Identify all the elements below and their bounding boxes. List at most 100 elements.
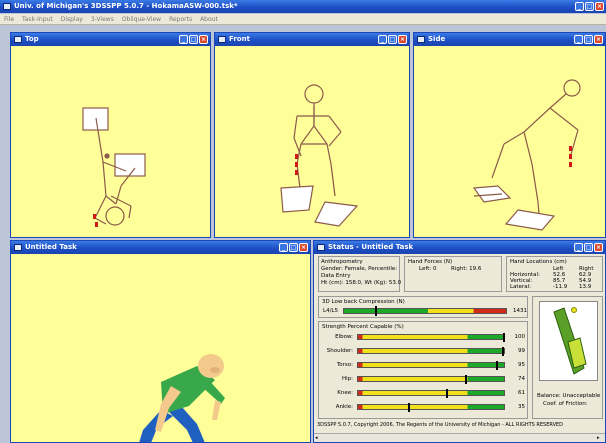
- window-icon: [14, 36, 22, 43]
- hand-locations-box: Hand Locations (cm) Left Right Horizonta…: [506, 256, 603, 292]
- menu-oblique-view[interactable]: Oblique-View: [122, 16, 161, 23]
- balance-box: Balance: Unacceptable Coef. of Friction:: [532, 296, 603, 419]
- strength-bar: [357, 362, 505, 368]
- strength-row-label: Ankle:: [335, 404, 353, 410]
- strength-bar: [357, 348, 505, 354]
- menu-file[interactable]: File: [4, 16, 14, 23]
- app-icon: [3, 3, 11, 10]
- app-title-bar: Univ. of Michigan's 3DSSPP 5.0.7 - Hokam…: [0, 0, 606, 13]
- strength-bar: [357, 334, 505, 340]
- anthro-title: Anthropometry: [321, 259, 363, 265]
- window-icon: [218, 36, 226, 43]
- minimize-button[interactable]: _: [279, 243, 288, 252]
- oblique-view-pane[interactable]: Untitled Task _ □ ×: [10, 240, 311, 443]
- minimize-button[interactable]: _: [179, 35, 188, 44]
- close-button[interactable]: ×: [299, 243, 308, 252]
- strength-row-value: 100: [514, 334, 526, 340]
- maximize-button[interactable]: □: [388, 35, 397, 44]
- strength-row-value: 61: [518, 390, 525, 396]
- anthro-height-weight: Ht (cm): 158.0, Wt (Kg): 53.0: [321, 280, 402, 286]
- compression-marker: [375, 306, 377, 316]
- menu-about[interactable]: About: [200, 16, 218, 23]
- scroll-right-arrow[interactable]: ▸: [597, 435, 604, 441]
- side-view-title-bar: Side _ □ ×: [414, 33, 605, 46]
- strength-row-value: 74: [518, 376, 525, 382]
- strength-title: Strength Percent Capable (%): [322, 324, 404, 330]
- strength-row-value: 99: [518, 348, 525, 354]
- close-button[interactable]: ×: [594, 243, 603, 252]
- strength-row-label: Hip:: [341, 376, 353, 382]
- friction-label: Coef. of Friction:: [543, 401, 588, 407]
- maximize-button[interactable]: □: [584, 35, 593, 44]
- menu-display[interactable]: Display: [61, 16, 83, 23]
- strength-row-label: Torso:: [336, 362, 353, 368]
- top-view-title-bar: Top _ □ ×: [11, 33, 210, 46]
- close-button[interactable]: ×: [594, 35, 603, 44]
- hand-loc-row-left: -11.9: [553, 284, 568, 290]
- strength-row-label: Knee:: [337, 390, 353, 396]
- status-title: Status - Untitled Task: [328, 243, 414, 251]
- menu-task-input[interactable]: Task-Input: [22, 16, 53, 23]
- strength-marker: [465, 375, 467, 384]
- close-button[interactable]: ×: [595, 2, 604, 11]
- window-icon: [417, 36, 425, 43]
- maximize-button[interactable]: □: [189, 35, 198, 44]
- close-button[interactable]: ×: [199, 35, 208, 44]
- app-title: Univ. of Michigan's 3DSSPP 5.0.7 - Hokam…: [14, 2, 238, 10]
- oblique-3d-figure: [139, 354, 225, 442]
- maximize-button[interactable]: □: [584, 243, 593, 252]
- side-view-pane[interactable]: Side _ □ ×: [413, 32, 606, 238]
- hand-force-right: Right: 19.6: [451, 266, 482, 272]
- hand-locations-title: Hand Locations (cm): [510, 259, 567, 265]
- anthro-data-entry: Data Entry: [321, 273, 351, 279]
- close-button[interactable]: ×: [398, 35, 407, 44]
- window-icon: [317, 244, 325, 251]
- top-view-title: Top: [25, 35, 39, 43]
- strength-marker: [446, 389, 448, 398]
- minimize-button[interactable]: _: [575, 2, 584, 11]
- strength-bar: [357, 376, 505, 382]
- front-view-figure: [280, 84, 359, 227]
- window-icon: [14, 244, 22, 251]
- minimize-button[interactable]: _: [378, 35, 387, 44]
- top-view-figure: [82, 107, 146, 227]
- menu-3-views[interactable]: 3-Views: [91, 16, 114, 23]
- strength-bar: [357, 404, 505, 410]
- hand-forces-box: Hand Forces (N) Left: 0 Right: 19.6: [404, 256, 502, 292]
- compression-value: 1431: [513, 308, 527, 314]
- menu-bar: File Task-Input Display 3-Views Oblique-…: [0, 14, 606, 25]
- minimize-button[interactable]: _: [574, 243, 583, 252]
- hand-force-left: Left: 0: [419, 266, 437, 272]
- side-view-title: Side: [428, 35, 446, 43]
- top-view-pane[interactable]: Top _ □ ×: [10, 32, 211, 238]
- compression-bar: [343, 308, 507, 314]
- compression-box: 3D Low back Compression (N) L4/L5 1431: [318, 296, 528, 318]
- oblique-view-title: Untitled Task: [25, 243, 77, 251]
- status-pane: Status - Untitled Task _ □ × Anthropometry…: [313, 240, 606, 443]
- strength-row-label: Shoulder:: [326, 348, 353, 354]
- menu-reports[interactable]: Reports: [169, 16, 192, 23]
- hand-loc-row-right: 13.9: [579, 284, 592, 290]
- strength-marker: [503, 333, 505, 342]
- compression-title: 3D Low back Compression (N): [322, 299, 405, 305]
- hand-loc-row-label: Lateral:: [510, 284, 531, 290]
- strength-box: Strength Percent Capable (%) Elbow: 100 Sh…: [318, 321, 528, 419]
- maximize-button[interactable]: □: [289, 243, 298, 252]
- compression-label: L4/L5: [323, 308, 338, 314]
- copyright-text: 3DSSPP 5.0.7, Copyright 2006, The Regent…: [317, 422, 564, 428]
- front-view-title-bar: Front _ □ ×: [215, 33, 409, 46]
- front-view-pane[interactable]: Front _ □ ×: [214, 32, 410, 238]
- strength-bar: [357, 390, 505, 396]
- strength-row-value: 95: [518, 362, 525, 368]
- maximize-button[interactable]: □: [585, 2, 594, 11]
- strength-marker: [502, 347, 504, 356]
- horizontal-scrollbar[interactable]: ◂ ▸: [314, 433, 605, 442]
- anthro-gender: Gender: Female, Percentile:: [321, 266, 398, 272]
- strength-marker: [408, 403, 410, 412]
- scroll-left-arrow[interactable]: ◂: [315, 435, 322, 441]
- strength-marker: [496, 361, 498, 370]
- status-title-bar: Status - Untitled Task _ □ ×: [314, 241, 605, 254]
- hand-forces-title: Hand Forces (N): [408, 259, 453, 265]
- minimize-button[interactable]: _: [574, 35, 583, 44]
- oblique-view-title-bar: Untitled Task _ □ ×: [11, 241, 310, 254]
